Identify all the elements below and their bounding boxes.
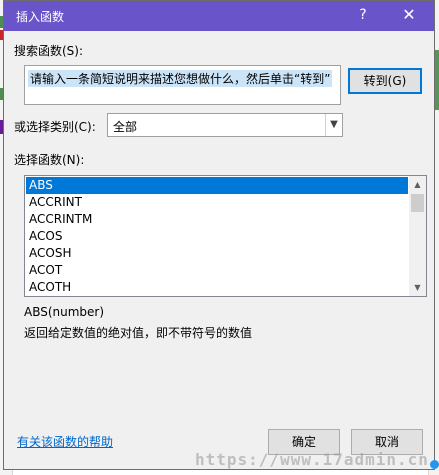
- function-item-acos[interactable]: ACOS: [26, 228, 408, 245]
- help-icon[interactable]: ?: [352, 4, 374, 26]
- function-item-acosh[interactable]: ACOSH: [26, 245, 408, 262]
- insert-function-dialog: 插入函数 ? ✕ 搜索函数(S): 请输入一条简短说明来描述您想做什么，然后单击…: [3, 0, 435, 470]
- function-item-acot[interactable]: ACOT: [26, 262, 408, 279]
- function-description: 返回给定数值的绝对值，即不带符号的数值: [24, 326, 253, 340]
- category-select[interactable]: 全部 ▼: [107, 113, 343, 137]
- function-item-accrint[interactable]: ACCRINT: [26, 194, 408, 211]
- function-list-label: 选择函数(N):: [14, 153, 85, 167]
- function-list-scrollbar[interactable]: ▲ ▼: [409, 176, 426, 296]
- function-list[interactable]: ABS ACCRINT ACCRINTM ACOS ACOSH ACOT ACO…: [24, 175, 427, 297]
- search-label: 搜索函数(S):: [14, 44, 84, 58]
- search-input-text: 请输入一条简短说明来描述您想做什么，然后单击“转到”: [28, 70, 333, 87]
- goto-button[interactable]: 转到(G): [348, 68, 422, 94]
- up-arrow-icon[interactable]: ▲: [409, 176, 426, 193]
- function-syntax: ABS(number): [24, 305, 105, 319]
- watermark-dot: [430, 460, 439, 469]
- function-item-abs[interactable]: ABS: [26, 177, 408, 194]
- category-value: 全部: [113, 120, 138, 134]
- close-icon[interactable]: ✕: [396, 4, 422, 26]
- down-arrow-icon[interactable]: ▼: [409, 279, 426, 296]
- scroll-thumb[interactable]: [411, 194, 424, 212]
- dialog-title: 插入函数: [16, 10, 65, 24]
- search-input[interactable]: 请输入一条简短说明来描述您想做什么，然后单击“转到”: [24, 65, 341, 105]
- function-help-link[interactable]: 有关该函数的帮助: [17, 433, 113, 450]
- title-bar[interactable]: 插入函数 ? ✕: [4, 1, 434, 31]
- watermark-text: https://www.17admin.cn: [195, 450, 429, 469]
- function-item-acoth[interactable]: ACOTH: [26, 279, 408, 296]
- chevron-down-icon[interactable]: ▼: [325, 114, 342, 136]
- category-label: 或选择类别(C):: [14, 120, 96, 134]
- function-item-accrintm[interactable]: ACCRINTM: [26, 211, 408, 228]
